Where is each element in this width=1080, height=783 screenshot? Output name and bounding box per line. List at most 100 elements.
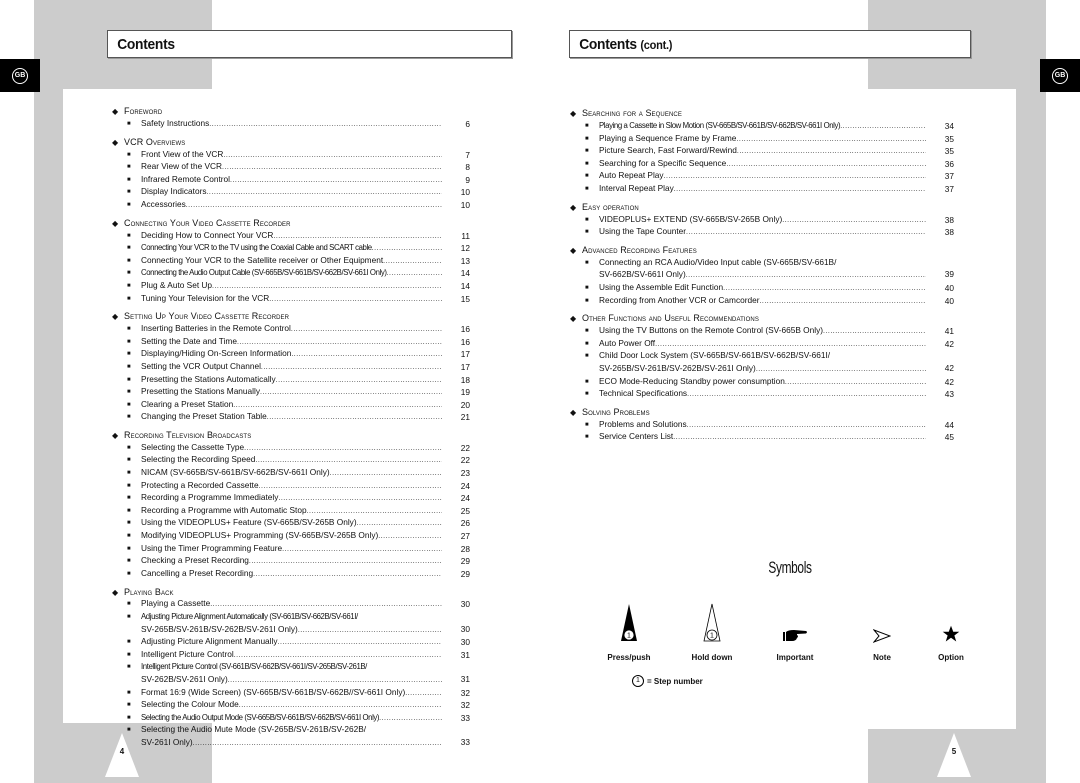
- leader-dots: [785, 376, 926, 389]
- section-title: Setting Up Your Video Cassette Recorder: [124, 311, 290, 322]
- entry-page-number: 42: [944, 376, 954, 387]
- toc-entry[interactable]: ■ Intelligent Picture Control (SV-661B/SV…: [112, 661, 470, 686]
- toc-entry[interactable]: ■ Protecting a Recorded Cassette 24: [112, 480, 470, 493]
- toc-entry[interactable]: ■ Display Indicators 10: [112, 186, 470, 199]
- entry-page-number: 31: [460, 673, 470, 684]
- toc-entry[interactable]: ■ Auto Power Off 42: [570, 338, 954, 351]
- right-table-of-contents: ◆ Searching for a Sequence ■ Playing a Cass…: [570, 108, 954, 444]
- toc-entry[interactable]: ■ Safety Instructions 6: [112, 118, 470, 131]
- section-title: Other Functions and Useful Recommendatio…: [582, 313, 759, 324]
- leader-dots: [291, 348, 442, 361]
- entry-page-number: 42: [944, 362, 954, 373]
- toc-entry[interactable]: ■ Playing a Cassette 30: [112, 598, 470, 611]
- toc-entry[interactable]: ■ Interval Repeat Play 37: [570, 183, 954, 196]
- toc-entry[interactable]: ■ Using the Assemble Edit Function 40: [570, 282, 954, 295]
- toc-entry[interactable]: ■ Selecting the Audio Mute Mode (SV-265B/…: [112, 724, 470, 749]
- toc-entry[interactable]: ■ Auto Repeat Play 37: [570, 170, 954, 183]
- square-bullet-icon: ■: [585, 135, 589, 142]
- toc-entry[interactable]: ■ Selecting the Cassette Type 22: [112, 442, 470, 455]
- toc-entry[interactable]: ■ Presetting the Stations Manually 19: [112, 386, 470, 399]
- toc-entry[interactable]: ■ Connecting an RCA Audio/Video Input cab…: [570, 257, 954, 282]
- toc-entry[interactable]: ■ Selecting the Recording Speed 22: [112, 454, 470, 467]
- left-page-gray-spine: [34, 0, 63, 783]
- toc-entry[interactable]: ■ Selecting the Colour Mode 32: [112, 699, 470, 712]
- entry-title-continued: SV-261I Only): [141, 736, 193, 747]
- entry-title: Playing a Cassette in Slow Motion (SV-66…: [599, 121, 841, 130]
- diamond-bullet-icon: ◆: [570, 202, 577, 212]
- toc-entry[interactable]: ■ ECO Mode-Reducing Standby power consump…: [570, 376, 954, 389]
- entry-page-number: 40: [944, 295, 954, 306]
- entry-page-number: 17: [460, 349, 470, 360]
- toc-entry[interactable]: ■ Using the Timer Programming Feature 28: [112, 543, 470, 556]
- leader-dots: [209, 118, 442, 131]
- toc-entry[interactable]: ■ Tuning Your Television for the VCR 15: [112, 293, 470, 306]
- toc-entry[interactable]: ■ Clearing a Preset Station 20: [112, 399, 470, 412]
- entry-page-number: 9: [465, 174, 470, 185]
- leader-dots: [387, 267, 442, 280]
- toc-section-heading: ◆ Foreword: [112, 106, 470, 118]
- leader-dots: [655, 338, 926, 351]
- toc-entry[interactable]: ■ Presetting the Stations Automatically 18: [112, 374, 470, 387]
- toc-entry[interactable]: ■ Infrared Remote Control 9: [112, 174, 470, 187]
- toc-entry[interactable]: ■ NICAM (SV-665B/SV-661B/SV-662B/SV-661I …: [112, 467, 470, 480]
- leader-dots: [269, 293, 442, 306]
- leader-dots: [282, 543, 442, 556]
- entry-title: Selecting the Cassette Type: [141, 441, 245, 452]
- toc-entry[interactable]: ■ Selecting the Audio Output Mode (SV-665…: [112, 712, 470, 725]
- pointing-hand-icon: [783, 630, 807, 641]
- toc-entry[interactable]: ■ Intelligent Picture Control 31: [112, 649, 470, 662]
- toc-entry[interactable]: ■ VIDEOPLUS+ EXTEND (SV-665B/SV-265B Only…: [570, 214, 954, 227]
- toc-entry[interactable]: ■ Adjusting Picture Alignment Automatical…: [112, 611, 470, 636]
- toc-entry[interactable]: ■ Connecting Your VCR to the TV using the…: [112, 242, 470, 255]
- toc-entry[interactable]: ■ Deciding How to Connect Your VCR 11: [112, 230, 470, 243]
- toc-entry[interactable]: ■ Playing a Cassette in Slow Motion (SV-6…: [570, 120, 954, 133]
- toc-entry[interactable]: ■ Using the VIDEOPLUS+ Feature (SV-665B/S…: [112, 517, 470, 530]
- toc-entry[interactable]: ■ Playing a Sequence Frame by Frame 35: [570, 133, 954, 146]
- toc-entry[interactable]: ■ Recording from Another VCR or Camcorder…: [570, 295, 954, 308]
- toc-entry[interactable]: ■ Setting the Date and Time 16: [112, 336, 470, 349]
- toc-section-heading: ◆ Searching for a Sequence: [570, 108, 954, 120]
- toc-entry[interactable]: ■ Connecting Your VCR to the Satellite re…: [112, 255, 470, 268]
- toc-entry[interactable]: ■ Format 16:9 (Wide Screen) (SV-665B/SV-6…: [112, 687, 470, 700]
- toc-entry[interactable]: ■ Picture Search, Fast Forward/Rewind 35: [570, 145, 954, 158]
- toc-entry[interactable]: ■ Child Door Lock System (SV-665B/SV-661B…: [570, 350, 954, 375]
- entry-page-number: 12: [460, 243, 470, 254]
- entry-title: Checking a Preset Recording: [141, 555, 249, 566]
- toc-entry[interactable]: ■ Adjusting Picture Alignment Manually 30: [112, 636, 470, 649]
- section-title: Searching for a Sequence: [582, 108, 682, 119]
- entry-title: Connecting the Audio Output Cable (SV-66…: [141, 268, 387, 278]
- toc-entry[interactable]: ■ Recording a Programme Immediately 24: [112, 492, 470, 505]
- toc-entry[interactable]: ■ Inserting Batteries in the Remote Contr…: [112, 323, 470, 336]
- toc-entry[interactable]: ■ Using the Tape Counter 38: [570, 226, 954, 239]
- toc-entry[interactable]: ■ Rear View of the VCR 8: [112, 161, 470, 174]
- toc-entry[interactable]: ■ Connecting the Audio Output Cable (SV-6…: [112, 267, 470, 280]
- toc-entry[interactable]: ■ Using the TV Buttons on the Remote Cont…: [570, 325, 954, 338]
- entry-title: Selecting the Colour Mode: [141, 699, 239, 710]
- toc-entry[interactable]: ■ Searching for a Specific Sequence 36: [570, 158, 954, 171]
- toc-section-heading: ◆ Connecting Your Video Cassette Recorder: [112, 218, 470, 230]
- symbol-label: Hold down: [691, 653, 733, 662]
- toc-entry[interactable]: ■ Displaying/Hiding On-Screen Information…: [112, 348, 470, 361]
- toc-entry[interactable]: ■ Plug & Auto Set Up 14: [112, 280, 470, 293]
- toc-entry[interactable]: ■ Modifying VIDEOPLUS+ Programming (SV-66…: [112, 530, 470, 543]
- toc-entry[interactable]: ■ Service Centers List 45: [570, 431, 954, 444]
- toc-entry[interactable]: ■ Accessories 10: [112, 199, 470, 212]
- entry-page-number: 35: [944, 146, 954, 157]
- entry-title: Using the VIDEOPLUS+ Feature (SV-665B/SV…: [141, 517, 357, 528]
- toc-entry[interactable]: ■ Setting the VCR Output Channel 17: [112, 361, 470, 374]
- toc-entry[interactable]: ■ Technical Specifications 43: [570, 388, 954, 401]
- entry-page-number: 32: [460, 687, 470, 698]
- entry-title: Using the Assemble Edit Function: [599, 281, 724, 292]
- leader-dots: [737, 145, 926, 158]
- toc-entry[interactable]: ■ Problems and Solutions 44: [570, 419, 954, 432]
- diamond-bullet-icon: ◆: [112, 431, 119, 441]
- square-bullet-icon: ■: [127, 533, 131, 540]
- toc-entry[interactable]: ■ Recording a Programme with Automatic St…: [112, 505, 470, 518]
- toc-entry[interactable]: ■ Front View of the VCR 7: [112, 149, 470, 162]
- square-bullet-icon: ■: [585, 353, 589, 360]
- entry-page-number: 11: [461, 230, 470, 241]
- toc-section-heading: ◆ Advanced Recording Features: [570, 245, 954, 257]
- toc-entry[interactable]: ■ Cancelling a Preset Recording 29: [112, 568, 470, 581]
- toc-entry[interactable]: ■ Changing the Preset Station Table 21: [112, 411, 470, 424]
- toc-entry[interactable]: ■ Checking a Preset Recording 29: [112, 555, 470, 568]
